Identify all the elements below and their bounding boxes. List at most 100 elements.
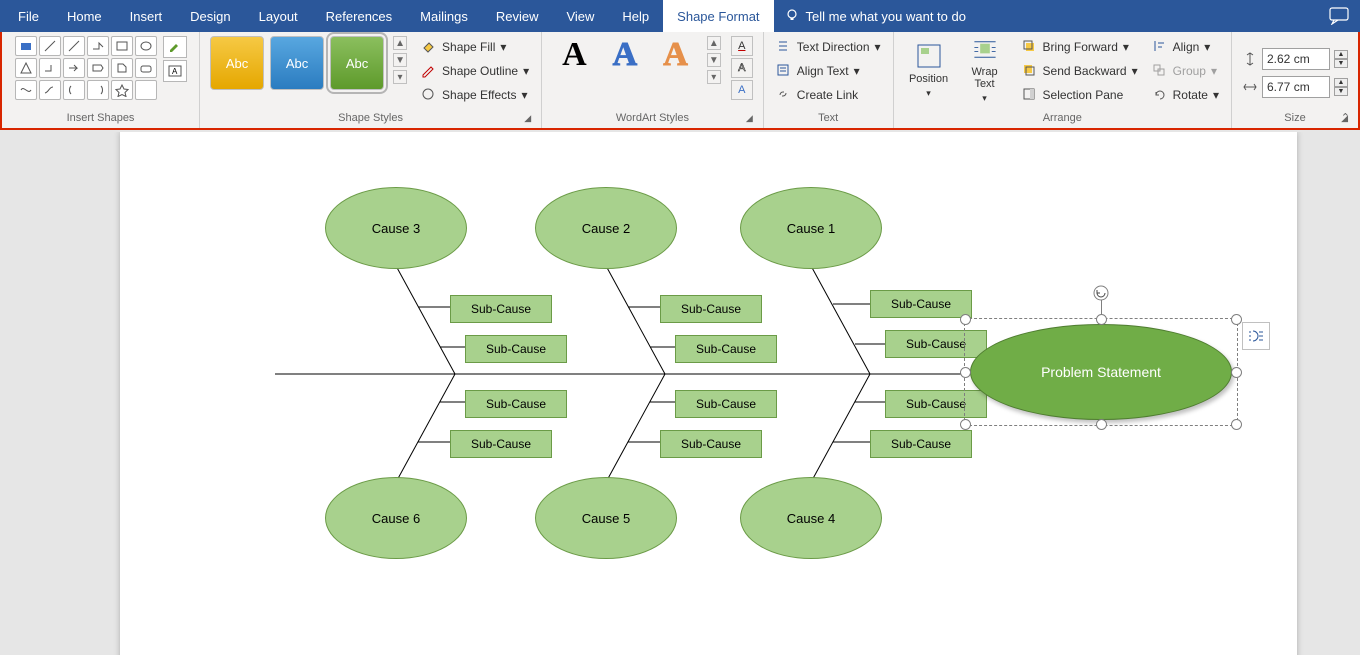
subcause-box[interactable]: Sub-Cause [660, 295, 762, 323]
bring-forward-icon [1022, 39, 1038, 55]
tab-insert[interactable]: Insert [116, 0, 177, 32]
group-wordart-styles: A A A ▲▼▾ A A A WordArt Styles ◢ [542, 32, 764, 128]
subcause-box[interactable]: Sub-Cause [450, 430, 552, 458]
group-label-text: Text [818, 112, 838, 124]
cause-4-shape[interactable]: Cause 4 [740, 477, 882, 559]
cause-5-shape[interactable]: Cause 5 [535, 477, 677, 559]
shape-style-2[interactable]: Abc [270, 36, 324, 90]
layout-options-button[interactable] [1242, 322, 1270, 350]
bring-forward-button[interactable]: Bring Forward▾ [1020, 36, 1140, 58]
rotate-icon [1152, 87, 1168, 103]
text-direction-button[interactable]: Text Direction▾ [774, 36, 883, 58]
subcause-box[interactable]: Sub-Cause [465, 335, 567, 363]
group-objects-button[interactable]: Group▾ [1150, 60, 1221, 82]
ribbon: A Insert Shapes Abc Abc Abc ▲▼▾ Shape Fi… [0, 32, 1360, 130]
shape-width-field[interactable]: 6.77 cm ▲▼ [1242, 76, 1348, 98]
shape-style-1[interactable]: Abc [210, 36, 264, 90]
create-link-button[interactable]: Create Link [774, 84, 883, 106]
subcause-box[interactable]: Sub-Cause [885, 330, 987, 358]
group-icon [1152, 63, 1168, 79]
edit-shape-button[interactable] [163, 36, 187, 58]
group-label-insert-shapes: Insert Shapes [67, 112, 135, 124]
position-button[interactable]: Position▾ [904, 36, 954, 104]
text-outline-button[interactable]: A [731, 58, 753, 78]
shape-styles-launcher[interactable]: ◢ [524, 110, 531, 126]
shape-effects-button[interactable]: Shape Effects▾ [419, 84, 531, 106]
wordart-style-2[interactable]: A [603, 36, 648, 74]
wordart-style-3[interactable]: A [653, 36, 698, 74]
subcause-box[interactable]: Sub-Cause [675, 390, 777, 418]
selection-pane-button[interactable]: Selection Pane [1020, 84, 1140, 106]
group-text: Text Direction▾ Align Text▾ Create Link … [764, 32, 894, 128]
tab-references[interactable]: References [312, 0, 406, 32]
cause-2-shape[interactable]: Cause 2 [535, 187, 677, 269]
group-label-wordart: WordArt Styles [616, 112, 689, 124]
group-label-shape-styles: Shape Styles [338, 112, 403, 124]
wrap-text-icon [971, 36, 999, 63]
height-increase[interactable]: ▲ [1334, 50, 1348, 59]
cause-3-shape[interactable]: Cause 3 [325, 187, 467, 269]
rotate-button[interactable]: Rotate▾ [1150, 84, 1221, 106]
send-backward-button[interactable]: Send Backward▾ [1020, 60, 1140, 82]
tab-design[interactable]: Design [176, 0, 244, 32]
collapse-ribbon-button[interactable]: ⌃ [1341, 111, 1350, 124]
shape-height-field[interactable]: 2.62 cm ▲▼ [1242, 48, 1348, 70]
problem-statement-shape[interactable]: Problem Statement [970, 324, 1232, 420]
shape-fill-button[interactable]: Shape Fill▾ [419, 36, 531, 58]
document-page[interactable]: Cause 3 Cause 2 Cause 1 Cause 6 Cause 5 … [120, 132, 1297, 655]
layout-options-icon [1247, 327, 1265, 345]
wordart-launcher[interactable]: ◢ [746, 110, 753, 126]
text-direction-icon [776, 39, 792, 55]
align-text-icon [776, 63, 792, 79]
svg-text:A: A [172, 67, 178, 76]
tab-file[interactable]: File [4, 0, 53, 32]
align-button[interactable]: Align▾ [1150, 36, 1221, 58]
tab-help[interactable]: Help [608, 0, 663, 32]
shape-style-3[interactable]: Abc [330, 36, 384, 90]
subcause-box[interactable]: Sub-Cause [885, 390, 987, 418]
tab-layout[interactable]: Layout [245, 0, 312, 32]
tell-me-label: Tell me what you want to do [806, 9, 966, 24]
pen-icon [421, 63, 437, 79]
subcause-box[interactable]: Sub-Cause [660, 430, 762, 458]
position-icon [915, 42, 943, 70]
cause-6-shape[interactable]: Cause 6 [325, 477, 467, 559]
width-decrease[interactable]: ▼ [1334, 87, 1348, 96]
text-fill-button[interactable]: A [731, 36, 753, 56]
tab-home[interactable]: Home [53, 0, 116, 32]
tab-review[interactable]: Review [482, 0, 553, 32]
send-backward-icon [1022, 63, 1038, 79]
group-shape-styles: Abc Abc Abc ▲▼▾ Shape Fill▾ Shape Outlin… [200, 32, 542, 128]
shapes-gallery[interactable] [15, 36, 157, 100]
shape-style-more[interactable]: ▲▼▾ [393, 36, 407, 84]
subcause-box[interactable]: Sub-Cause [870, 430, 972, 458]
text-box-button[interactable]: A [163, 60, 187, 82]
comments-button[interactable] [1328, 6, 1350, 26]
height-decrease[interactable]: ▼ [1334, 59, 1348, 68]
lightbulb-icon [784, 8, 800, 24]
tab-view[interactable]: View [552, 0, 608, 32]
wordart-style-more[interactable]: ▲▼▾ [707, 36, 721, 84]
paint-bucket-icon [421, 39, 437, 55]
tab-shape-format[interactable]: Shape Format [663, 0, 773, 32]
document-workspace: Cause 3 Cause 2 Cause 1 Cause 6 Cause 5 … [0, 132, 1360, 655]
group-label-size: Size [1284, 112, 1305, 124]
width-icon [1242, 79, 1258, 95]
group-label-arrange: Arrange [1043, 112, 1082, 124]
group-arrange: Position▾ Wrap Text▾ Bring Forward▾ Send… [894, 32, 1232, 128]
subcause-box[interactable]: Sub-Cause [675, 335, 777, 363]
tab-mailings[interactable]: Mailings [406, 0, 482, 32]
width-increase[interactable]: ▲ [1334, 78, 1348, 87]
ribbon-tab-strip: File Home Insert Design Layout Reference… [0, 0, 1360, 32]
subcause-box[interactable]: Sub-Cause [465, 390, 567, 418]
height-icon [1242, 51, 1258, 67]
text-effects-button[interactable]: A [731, 80, 753, 100]
tell-me-search[interactable]: Tell me what you want to do [774, 8, 976, 24]
wrap-text-button[interactable]: Wrap Text▾ [960, 36, 1010, 104]
subcause-box[interactable]: Sub-Cause [450, 295, 552, 323]
cause-1-shape[interactable]: Cause 1 [740, 187, 882, 269]
wordart-style-1[interactable]: A [552, 36, 597, 74]
shape-outline-button[interactable]: Shape Outline▾ [419, 60, 531, 82]
subcause-box[interactable]: Sub-Cause [870, 290, 972, 318]
align-text-button[interactable]: Align Text▾ [774, 60, 883, 82]
